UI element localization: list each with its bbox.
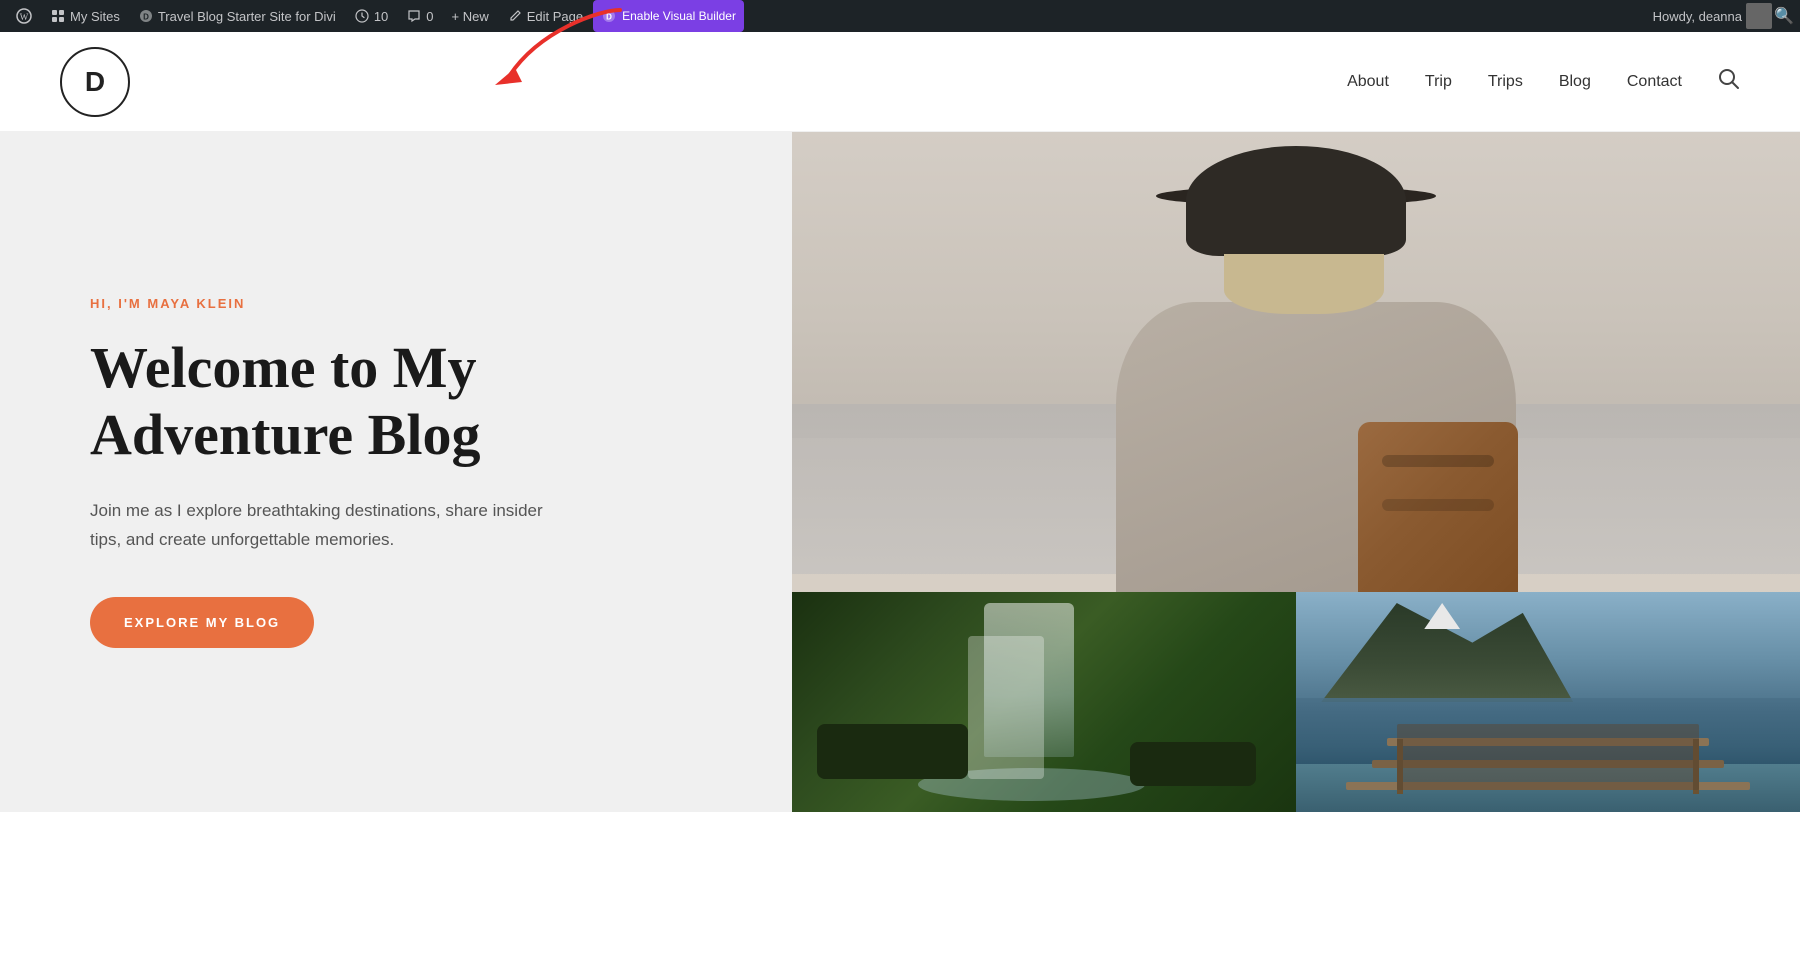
nav-blog[interactable]: Blog [1559, 73, 1591, 91]
wp-icon: W [16, 8, 32, 24]
nav-trip[interactable]: Trip [1425, 73, 1452, 91]
rock-left [817, 724, 968, 779]
hero-description: Join me as I explore breathtaking destin… [90, 497, 570, 555]
avatar[interactable] [1746, 3, 1772, 29]
edit-page-item[interactable]: Edit Page [499, 0, 591, 32]
hero-tagline: HI, I'M MAYA KLEIN [90, 296, 702, 311]
site-logo[interactable]: D [60, 47, 130, 117]
nav-trips[interactable]: Trips [1488, 73, 1523, 91]
hair [1224, 254, 1384, 314]
bottom-photo-panels [792, 592, 1800, 812]
howdy-text: Howdy, deanna [1653, 9, 1742, 24]
edit-page-label: Edit Page [527, 9, 583, 24]
waterfall-photo [792, 592, 1296, 812]
wp-logo-item[interactable]: W [8, 0, 40, 32]
site-name-label: Travel Blog Starter Site for Divi [158, 9, 336, 24]
my-sites-label: My Sites [70, 9, 120, 24]
site-nav: About Trip Trips Blog Contact [1347, 68, 1740, 95]
updates-icon [354, 8, 370, 24]
svg-text:D: D [606, 13, 612, 22]
new-item[interactable]: + New [444, 0, 497, 32]
new-label: + New [452, 9, 489, 24]
divi-vb-icon: D [601, 8, 617, 24]
site-name-item[interactable]: D Travel Blog Starter Site for Divi [130, 0, 344, 32]
nav-search-icon[interactable] [1718, 68, 1740, 95]
updates-item[interactable]: 10 [346, 0, 396, 32]
comments-count: 0 [426, 9, 433, 24]
dock-board2 [1372, 760, 1725, 768]
svg-text:W: W [20, 12, 29, 22]
water-reflection [1296, 698, 1800, 764]
waterfall-stream [984, 603, 1075, 757]
updates-count: 10 [374, 9, 388, 24]
hero-title-line1: Welcome to My [90, 335, 477, 400]
enable-visual-builder-item[interactable]: D Enable Visual Builder [593, 0, 744, 32]
nav-about[interactable]: About [1347, 73, 1389, 91]
rock-right [1130, 742, 1256, 786]
hero-title-line2: Adventure Blog [90, 402, 480, 467]
admin-search-icon[interactable]: 🔍 [1776, 8, 1792, 24]
hero-left-panel: HI, I'M MAYA KLEIN Welcome to My Adventu… [0, 132, 792, 812]
logo-letter: D [85, 66, 105, 98]
admin-bar: W My Sites D Travel Blog Starter Site fo… [0, 0, 1800, 32]
dock-post-right [1693, 739, 1699, 794]
hat-crown [1186, 146, 1406, 256]
backpack-pocket [1382, 499, 1494, 511]
comments-item[interactable]: 0 [398, 0, 441, 32]
pencil-icon [507, 8, 523, 24]
admin-bar-right: Howdy, deanna 🔍 [1653, 3, 1792, 29]
enable-vb-label: Enable Visual Builder [622, 9, 736, 23]
explore-blog-button[interactable]: EXPLORE MY BLOG [90, 597, 314, 648]
nav-contact[interactable]: Contact [1627, 73, 1682, 91]
hero-section: HI, I'M MAYA KLEIN Welcome to My Adventu… [0, 132, 1800, 812]
sites-icon [50, 8, 66, 24]
my-sites-item[interactable]: My Sites [42, 0, 128, 32]
dock-post-left [1397, 739, 1403, 794]
comments-icon [406, 8, 422, 24]
dock-board1 [1346, 782, 1749, 790]
lake-photo [1296, 592, 1800, 812]
hero-title: Welcome to My Adventure Blog [90, 335, 702, 468]
dock-board3 [1387, 738, 1710, 746]
svg-text:D: D [143, 13, 149, 22]
site-header: D About Trip Trips Blog Contact [0, 32, 1800, 132]
backpack-strap [1382, 455, 1494, 467]
divi-icon: D [138, 8, 154, 24]
